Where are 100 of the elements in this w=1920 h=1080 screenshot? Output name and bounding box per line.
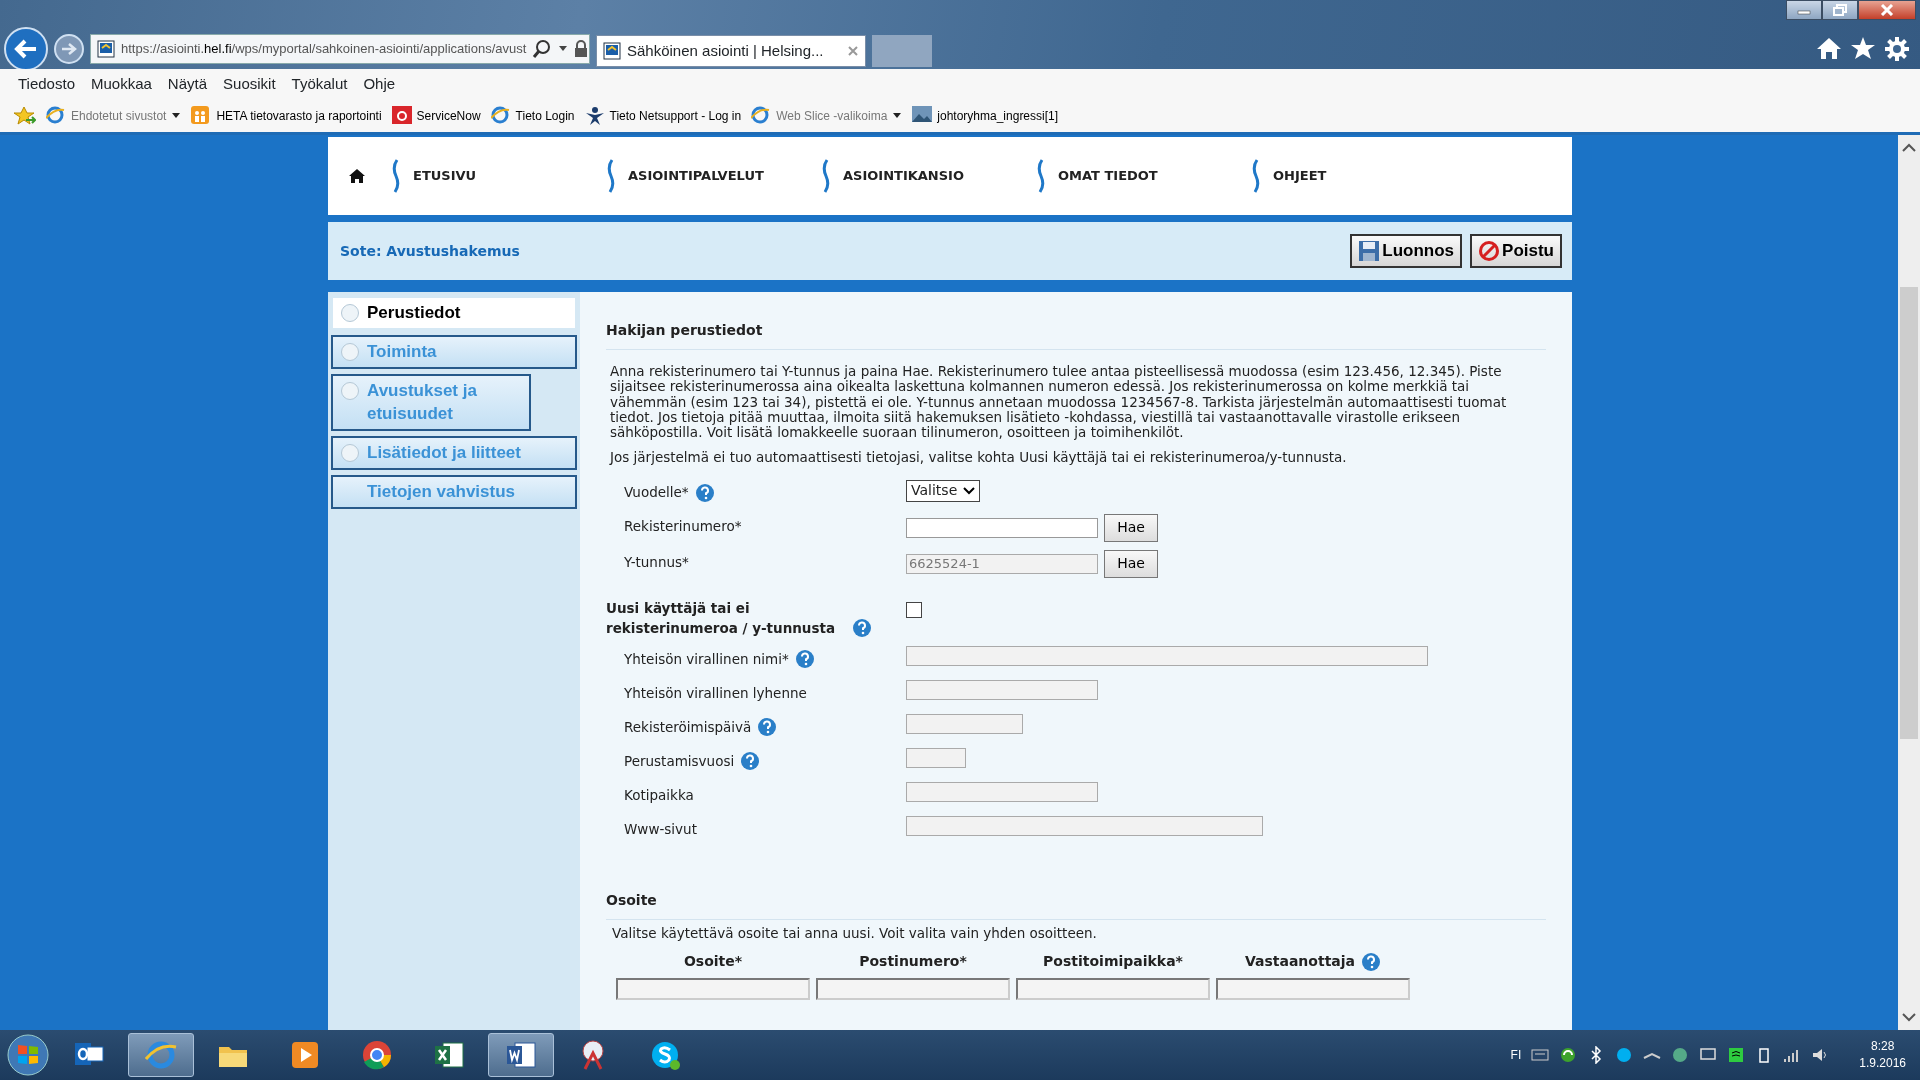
section-title: Hakijan perustiedot <box>606 320 1546 350</box>
field-label: Www-sivut <box>624 819 697 839</box>
menu-item[interactable]: Muokkaa <box>91 72 152 96</box>
radio-circle[interactable] <box>341 444 359 463</box>
menu-item[interactable]: Työkalut <box>291 72 348 96</box>
column-header: Vastaanottaja <box>1244 952 1356 972</box>
home-icon[interactable] <box>1816 36 1842 60</box>
favorite-link[interactable]: Tieto Login <box>515 106 575 125</box>
input-field[interactable] <box>906 517 1098 538</box>
instruction-text: Valitse käytettävä osoite tai anna uusi. Voit valita vain yhden osoitteen. <box>612 926 1098 942</box>
clock[interactable]: 8:28 1.9.2016 <box>1859 1038 1906 1072</box>
radio-circle[interactable] <box>341 304 359 322</box>
favorite-link[interactable]: Web Slice -valikoima <box>776 106 888 125</box>
taskbar-app-button[interactable] <box>488 1033 554 1077</box>
instruction-text: Anna rekisterinumero tai Y-tunnus ja paina Hae. Rekisterinumero tulee antaa pisteellisessä muodossa (esim 123.456, 12.345). Piste sijaitsee rekisterinumerossa aina oikealta laskettuna kolmannen numeron edessä. Jos rekisterinumerossa on kolme merkkiä tai vähemmän (esim 123 tai 34), pistettä ei ole. Y-tunnus annetaan muodossa 1234567-8. Tarkista järjestelmän automaattisesti tuomat tiedot. Jos tietoja pitää muuttaa, ilmoita siitä hakemuksen lisätieto -kohdassa, viestillä tai vastaanottavalle virastolle erikseen sähköpostilla. Voit lisätä lomakkeelle suoraan tilinumeron, osoitteen ja toimihenkilöt. <box>610 364 1508 441</box>
radio-circle[interactable] <box>341 381 359 400</box>
year-dropdown[interactable]: Valitse <box>906 479 981 502</box>
column-header: Postinumero* <box>859 952 967 972</box>
wave-divider-icon <box>1036 159 1046 193</box>
search-icon[interactable] <box>532 39 553 59</box>
help-icon[interactable] <box>694 482 715 503</box>
home-icon[interactable] <box>348 168 366 184</box>
nav-link[interactable]: OMAT TIEDOT <box>1058 166 1158 186</box>
favorite-link[interactable]: ServiceNow <box>416 106 481 125</box>
field-label: Kotipaikka <box>624 785 694 805</box>
field-label: Vuodelle* <box>624 483 689 503</box>
field-label: Perustamisvuosi <box>624 751 735 771</box>
spreadsheet-icon <box>433 1039 465 1071</box>
keyboard-icon[interactable] <box>1531 1046 1550 1064</box>
url-text: https://asiointi.hel.fi/wps/myportal/sahkoinen-asiointi/applications/avust <box>121 40 527 59</box>
favorite-link[interactable]: Ehdotetut sivustot <box>71 106 167 125</box>
address-bar[interactable]: https://asiointi.hel.fi/wps/myportal/sahkoinen-asiointi/applications/avust <box>90 34 590 64</box>
restore-icon <box>1833 4 1847 16</box>
help-icon[interactable] <box>852 618 872 638</box>
start-button[interactable] <box>6 1033 50 1077</box>
nav-link[interactable]: OHJEET <box>1273 166 1327 186</box>
favorite-link[interactable]: Tieto Netsupport - Log in <box>609 106 742 125</box>
restore-button[interactable] <box>1822 0 1858 20</box>
star-icon[interactable] <box>1850 36 1876 60</box>
help-icon[interactable] <box>1361 951 1382 972</box>
nav-link[interactable]: ETUSIVU <box>413 166 477 186</box>
caret-icon[interactable] <box>171 111 182 120</box>
time-text: 8:28 <box>1869 1038 1896 1055</box>
menu-item[interactable]: Ohje <box>363 72 396 96</box>
close-icon <box>1880 4 1894 16</box>
caret-icon[interactable] <box>892 111 903 120</box>
field-label: Rekisterinumero* <box>624 517 742 537</box>
note-text: Jos järjestelmä ei tuo automaattisesti tietojasi, valitse kohta Uusi käyttäjä tai ei rekisterinumeroa/y-tunnusta. <box>610 450 1348 466</box>
people-icon <box>191 105 212 126</box>
caret-icon[interactable] <box>558 45 569 53</box>
field-label: Uusi käyttäjä tai ei rekisterinumeroa / y-tunnusta <box>606 598 837 638</box>
column-header: Osoite* <box>683 952 743 972</box>
sync-icon[interactable] <box>1559 1046 1578 1064</box>
scrollbar[interactable] <box>1898 135 1920 1030</box>
close-button[interactable] <box>1858 0 1916 20</box>
close-icon[interactable] <box>847 45 859 57</box>
page-title: Sote: Avustushakemus <box>340 241 520 261</box>
forward-button[interactable] <box>54 34 84 64</box>
app-logo-icon[interactable] <box>1727 1046 1746 1064</box>
input-field[interactable] <box>1016 978 1210 1001</box>
radio-circle[interactable] <box>341 342 359 361</box>
lock-icon[interactable] <box>574 40 589 58</box>
input-field[interactable] <box>1216 978 1410 1001</box>
save-draft-button[interactable]: Luonnos <box>1350 234 1463 268</box>
checkbox[interactable] <box>906 601 922 618</box>
field-label: Yhteisön virallinen nimi* <box>624 649 789 669</box>
nav-link[interactable]: ASIOINTIKANSIO <box>843 166 964 186</box>
back-button[interactable] <box>4 27 48 71</box>
play-icon <box>289 1039 321 1071</box>
input-field[interactable] <box>816 978 1010 1001</box>
input-field[interactable] <box>616 978 810 1001</box>
favorite-link[interactable]: johtoryhma_ingressi[1] <box>937 106 1059 125</box>
minimize-button[interactable] <box>1786 0 1822 20</box>
menu-item[interactable]: Tiedosto <box>18 72 75 96</box>
wave-divider-icon <box>391 159 401 193</box>
circle-logo-icon <box>361 1039 393 1071</box>
date-text: 1.9.2016 <box>1859 1055 1906 1072</box>
right-arrow-icon <box>61 42 77 56</box>
nav-link[interactable]: ASIOINTIPALVELUT <box>628 166 764 186</box>
wave-divider-icon <box>1251 159 1261 193</box>
field-label: Yhteisön virallinen lyhenne <box>624 683 807 703</box>
search-button[interactable]: Hae <box>1104 513 1158 542</box>
favorite-link[interactable]: HETA tietovarasto ja raportointi <box>216 106 382 125</box>
browser-tab[interactable]: Sähköinen asiointi | Helsing... <box>596 35 866 67</box>
document-icon <box>505 1039 537 1071</box>
left-arrow-icon <box>14 39 38 59</box>
menu-item[interactable]: Näytä <box>167 72 208 96</box>
field-label: Y-tunnus* <box>624 553 689 573</box>
section-title: Osoite <box>606 890 1546 920</box>
menu-item[interactable]: Suosikit <box>223 72 276 96</box>
step-tab[interactable]: Perustiedot <box>331 296 577 330</box>
column-header: Postitoimipaikka* <box>1043 952 1183 972</box>
language-indicator[interactable]: FI <box>1510 1046 1522 1064</box>
wave-divider-icon <box>821 159 831 193</box>
exit-button[interactable]: Poistu <box>1470 234 1562 268</box>
tab-title: Sähköinen asiointi | Helsing... <box>627 40 824 61</box>
square-logo-icon <box>391 105 412 126</box>
star-icon[interactable] <box>14 105 36 126</box>
settings-icon[interactable] <box>1884 36 1910 62</box>
prohibited-sign-icon <box>1478 240 1501 262</box>
